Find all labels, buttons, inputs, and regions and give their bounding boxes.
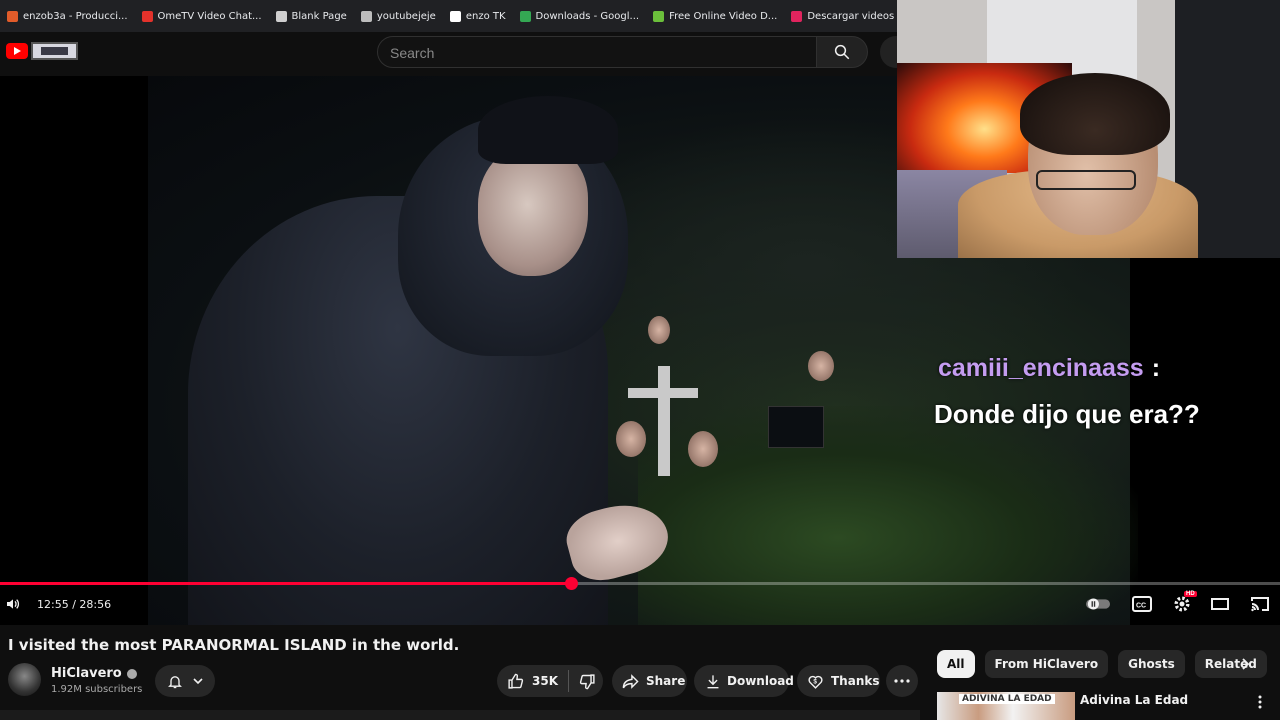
cast-icon[interactable] — [1248, 594, 1272, 614]
thumbs-up-icon — [508, 673, 524, 689]
chip-from-hiclavero[interactable]: From HiClavero — [984, 650, 1109, 678]
chevron-down-icon — [193, 677, 203, 684]
search-input[interactable]: Search — [377, 36, 817, 68]
chip-all[interactable]: All — [937, 650, 975, 678]
scrubber-handle[interactable] — [564, 577, 578, 590]
search-button[interactable] — [816, 36, 868, 68]
bookmark-item[interactable]: OmeTV Video Chat... — [135, 0, 269, 32]
video-title: I visited the most PARANORMAL ISLAND in … — [8, 636, 460, 654]
channel-name[interactable]: HiClavero — [51, 666, 137, 681]
chat-colon: : — [1151, 354, 1161, 382]
bookmark-item[interactable]: Descargar videos de... — [784, 0, 897, 32]
time-display: 12:55 / 28:56 — [37, 598, 112, 611]
captions-icon[interactable]: CC — [1130, 594, 1154, 614]
volume-icon[interactable] — [4, 596, 22, 612]
bookmark-label: OmeTV Video Chat... — [157, 10, 262, 22]
svg-text:$: $ — [813, 678, 817, 685]
download-label: Download — [727, 674, 794, 688]
bookmark-label: enzob3a - Producci... — [23, 10, 128, 22]
hd-badge: HD — [1184, 591, 1197, 597]
progress-played — [0, 582, 571, 585]
notifications-button[interactable] — [155, 665, 215, 697]
search-icon — [834, 44, 850, 60]
chip-ghosts[interactable]: Ghosts — [1118, 650, 1185, 678]
crucifix — [658, 366, 670, 476]
chevron-right-icon — [1242, 658, 1250, 670]
person-face — [478, 146, 588, 276]
chips-next-button[interactable] — [1236, 654, 1256, 674]
like-dislike-group: 35K — [497, 665, 603, 697]
drive-icon — [519, 10, 531, 22]
like-count: 35K — [532, 674, 558, 688]
ometv-icon — [141, 10, 153, 22]
like-divider — [568, 670, 569, 692]
progress-bar[interactable] — [0, 577, 1280, 590]
more-vertical-icon[interactable] — [1252, 694, 1268, 710]
bookmark-item[interactable]: Downloads - Googl... — [513, 0, 647, 32]
page-icon — [275, 10, 287, 22]
youtube-logo-icon[interactable] — [6, 43, 28, 59]
subscriber-count: 1.92M subscribers — [51, 684, 143, 695]
thanks-label: Thanks — [831, 674, 880, 688]
thanks-button[interactable]: $ Thanks — [797, 665, 880, 697]
screen: enzob3a - Producci... OmeTV Video Chat...… — [0, 0, 1280, 720]
recommendation-thumbnail[interactable]: ADIVINA LA EDAD — [937, 692, 1075, 720]
instagram-icon — [791, 10, 803, 22]
chat-message: Donde dijo que era?? — [934, 399, 1200, 429]
download-icon — [707, 674, 719, 688]
thanks-heart-icon: $ — [808, 675, 823, 689]
chip-related[interactable]: Related — [1194, 650, 1267, 678]
bookmark-label: Free Online Video D... — [669, 10, 778, 22]
svg-text:CC: CC — [1136, 603, 1146, 610]
more-actions-button[interactable] — [886, 665, 918, 697]
channel-name-text[interactable]: HiClavero — [51, 666, 122, 681]
recommendation-title[interactable]: Adivina La Edad — [1080, 693, 1188, 707]
channel-avatar[interactable] — [8, 663, 41, 696]
share-label: Share — [646, 674, 686, 688]
bookmark-item[interactable]: enzo TK — [443, 0, 513, 32]
bookmark-item[interactable]: Blank Page — [269, 0, 354, 32]
bookmark-label: Downloads - Googl... — [535, 10, 640, 22]
thumbs-down-icon[interactable] — [579, 673, 596, 690]
bookmarks-bar: enzob3a - Producci... OmeTV Video Chat...… — [0, 0, 897, 32]
like-button[interactable]: 35K — [507, 673, 558, 690]
settings-icon[interactable]: HD — [1170, 591, 1197, 614]
grave-plaque — [768, 406, 824, 448]
person-cap — [478, 96, 618, 164]
share-icon — [622, 673, 639, 689]
filter-chips: All From HiClavero Ghosts Related — [937, 650, 1267, 678]
chat-username: camiii_encinaass: — [938, 354, 1161, 382]
youtube-header: Search — [0, 32, 912, 76]
thumbnail-text: ADIVINA LA EDAD — [959, 694, 1055, 704]
bookmark-item[interactable]: youtubejeje — [354, 0, 443, 32]
bookmark-icon — [7, 10, 18, 22]
bookmark-label: Descargar videos de... — [807, 10, 897, 22]
autoplay-toggle[interactable] — [1086, 594, 1110, 614]
share-button[interactable]: Share — [612, 665, 687, 697]
download-button[interactable]: Download — [694, 665, 794, 697]
bookmark-label: Blank Page — [291, 10, 347, 22]
globe-icon — [360, 10, 372, 22]
download-icon — [653, 10, 665, 22]
verified-icon — [126, 668, 137, 679]
more-horizontal-icon — [894, 679, 910, 683]
theater-mode-icon[interactable] — [1208, 594, 1232, 614]
bookmark-label: enzo TK — [465, 10, 506, 22]
bookmark-item[interactable]: Free Online Video D... — [646, 0, 784, 32]
page-scroll-area — [0, 710, 920, 720]
tiktok-icon — [449, 10, 461, 22]
bookmark-label: youtubejeje — [376, 10, 436, 22]
bell-icon — [168, 675, 182, 688]
doodle-badge-icon[interactable] — [31, 42, 78, 60]
bookmark-item[interactable]: enzob3a - Producci... — [0, 0, 135, 32]
glasses — [1036, 170, 1136, 190]
